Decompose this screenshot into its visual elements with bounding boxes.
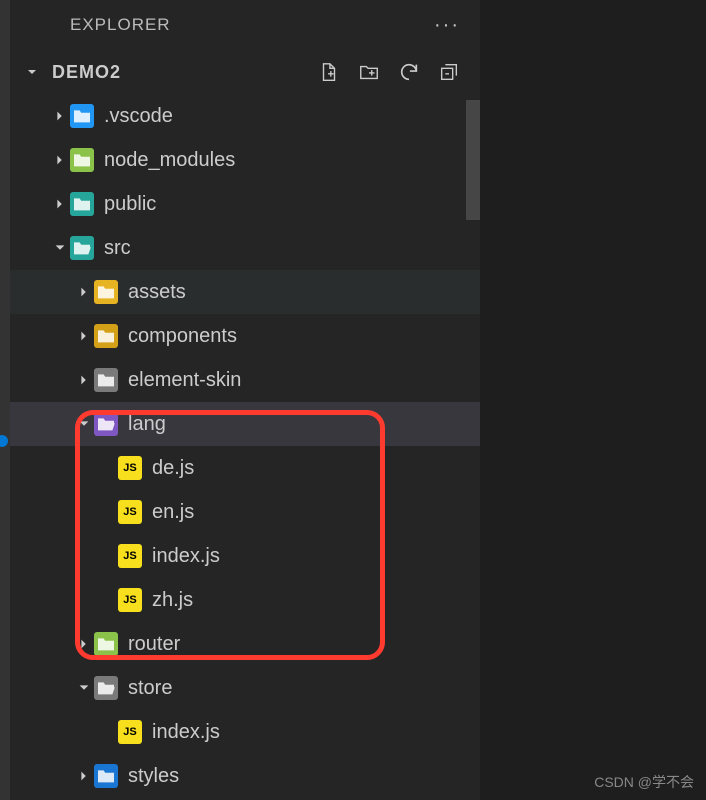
folder-open-icon xyxy=(94,676,118,700)
folder-open-icon xyxy=(70,236,94,260)
folder-item[interactable]: element-skin xyxy=(10,358,480,402)
scrollbar[interactable] xyxy=(466,100,480,220)
activity-indicator xyxy=(0,435,8,447)
more-icon[interactable]: ··· xyxy=(434,14,460,37)
folder-icon xyxy=(70,104,94,128)
folder-item[interactable]: assets xyxy=(10,270,480,314)
chevron-right-icon xyxy=(74,769,94,783)
item-label: lang xyxy=(128,413,166,436)
chevron-down-icon xyxy=(74,417,94,431)
file-item[interactable]: JS zh.js xyxy=(10,578,480,622)
folder-icon xyxy=(94,368,118,392)
refresh-icon[interactable] xyxy=(398,61,420,83)
item-label: de.js xyxy=(152,457,194,480)
item-label: en.js xyxy=(152,501,194,524)
project-name: DEMO2 xyxy=(52,62,121,83)
activity-bar xyxy=(0,0,10,800)
project-section-header[interactable]: DEMO2 xyxy=(10,50,480,94)
folder-open-icon xyxy=(94,412,118,436)
file-tree: .vscode node_modules public src assets c… xyxy=(10,94,480,800)
folder-item[interactable]: node_modules xyxy=(10,138,480,182)
explorer-header: EXPLORER ··· xyxy=(10,0,480,50)
chevron-right-icon xyxy=(50,153,70,167)
js-file-icon: JS xyxy=(118,588,142,612)
chevron-right-icon xyxy=(74,373,94,387)
item-label: src xyxy=(104,237,131,260)
new-folder-icon[interactable] xyxy=(358,61,380,83)
chevron-down-icon xyxy=(74,681,94,695)
item-label: index.js xyxy=(152,721,220,744)
folder-item[interactable]: .vscode xyxy=(10,94,480,138)
folder-item[interactable]: router xyxy=(10,622,480,666)
item-label: node_modules xyxy=(104,149,235,172)
js-file-icon: JS xyxy=(118,456,142,480)
file-item[interactable]: JS index.js xyxy=(10,710,480,754)
item-label: components xyxy=(128,325,237,348)
folder-item[interactable]: public xyxy=(10,182,480,226)
folder-item[interactable]: styles xyxy=(10,754,480,798)
file-item[interactable]: JS index.js xyxy=(10,534,480,578)
js-file-icon: JS xyxy=(118,500,142,524)
folder-icon xyxy=(94,280,118,304)
folder-item[interactable]: components xyxy=(10,314,480,358)
item-label: .vscode xyxy=(104,105,173,128)
watermark: CSDN @学不会 xyxy=(594,772,694,792)
item-label: assets xyxy=(128,281,186,304)
chevron-right-icon xyxy=(50,109,70,123)
item-label: public xyxy=(104,193,156,216)
item-label: index.js xyxy=(152,545,220,568)
folder-icon xyxy=(94,324,118,348)
folder-item[interactable]: src xyxy=(10,226,480,270)
explorer-title: EXPLORER xyxy=(30,15,171,35)
chevron-right-icon xyxy=(50,197,70,211)
folder-item[interactable]: lang xyxy=(10,402,480,446)
item-label: element-skin xyxy=(128,369,241,392)
js-file-icon: JS xyxy=(118,720,142,744)
item-label: router xyxy=(128,633,180,656)
chevron-down-icon xyxy=(50,241,70,255)
new-file-icon[interactable] xyxy=(318,61,340,83)
chevron-right-icon xyxy=(74,285,94,299)
explorer-sidebar: EXPLORER ··· DEMO2 .vscode xyxy=(10,0,480,800)
file-item[interactable]: JS de.js xyxy=(10,446,480,490)
folder-icon xyxy=(70,192,94,216)
folder-icon xyxy=(94,632,118,656)
editor-area xyxy=(480,0,706,800)
js-file-icon: JS xyxy=(118,544,142,568)
file-item[interactable]: JS en.js xyxy=(10,490,480,534)
section-actions xyxy=(318,61,468,83)
folder-icon xyxy=(94,764,118,788)
chevron-right-icon xyxy=(74,637,94,651)
item-label: zh.js xyxy=(152,589,193,612)
chevron-right-icon xyxy=(74,329,94,343)
collapse-all-icon[interactable] xyxy=(438,61,460,83)
item-label: store xyxy=(128,677,172,700)
folder-item[interactable]: store xyxy=(10,666,480,710)
folder-icon xyxy=(70,148,94,172)
chevron-down-icon xyxy=(22,64,42,80)
item-label: styles xyxy=(128,765,179,788)
